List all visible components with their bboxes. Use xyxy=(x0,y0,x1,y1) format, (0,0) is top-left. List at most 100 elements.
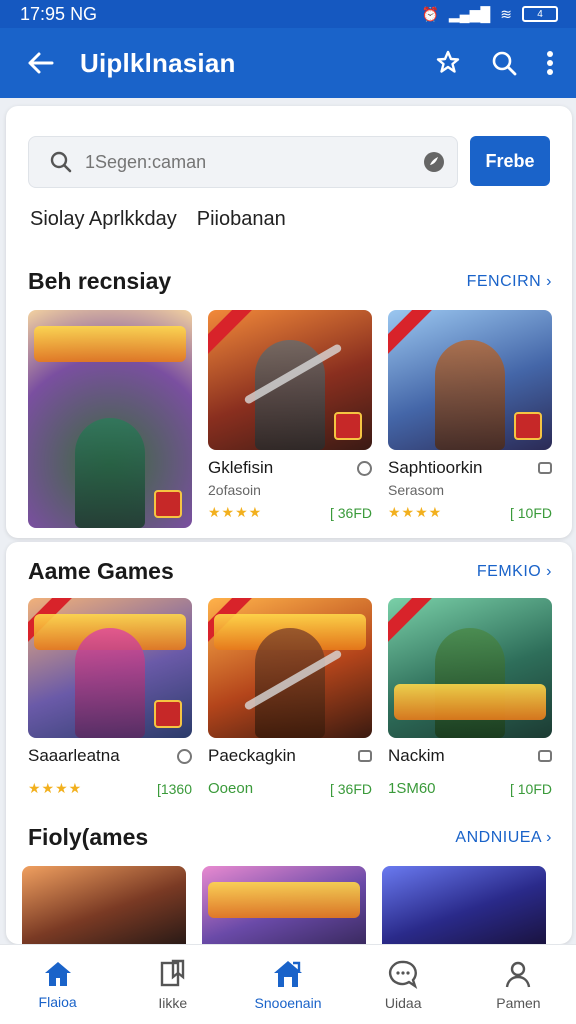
game-price: [1360 xyxy=(156,780,192,797)
app-title: Uiplklnasian xyxy=(80,47,236,78)
game-tile[interactable] xyxy=(22,866,186,944)
ribbon xyxy=(208,310,255,357)
game-tile[interactable]: Nackim 1SM60 [ 10FD xyxy=(388,598,552,797)
search-field[interactable] xyxy=(28,136,458,188)
mic-icon[interactable] xyxy=(423,151,445,173)
game-meta: Nackim xyxy=(388,746,552,766)
store-icon xyxy=(274,960,302,987)
hero-figure xyxy=(435,340,505,450)
nav-item-home[interactable]: Flaioa xyxy=(0,945,115,1024)
see-more-link[interactable]: ANDNIUEA › xyxy=(455,829,552,847)
game-meta: Saaarleatna xyxy=(28,746,192,766)
game-tile[interactable]: Saphtioorkin Serasom ★★★★ [ 10FD xyxy=(388,310,552,528)
game-meta: Paeckagkin xyxy=(208,746,372,766)
game-logo-art xyxy=(394,684,546,720)
game-badge-icon xyxy=(514,412,542,440)
game-title: Saaarleatna xyxy=(28,746,120,765)
search-icon xyxy=(50,151,72,173)
nav-label: Uidaa xyxy=(384,994,422,1011)
game-tile[interactable]: Paeckagkin Ooeon [ 36FD xyxy=(208,598,372,797)
game-price: [ 10FD xyxy=(509,780,552,797)
search-and-recommended-card: Frebe Siolay Aprlkkday Piiobanan Beh rec… xyxy=(6,106,572,538)
chevron-right-icon: › xyxy=(546,272,552,290)
see-more-link[interactable]: FEMKIO › xyxy=(477,563,552,581)
clock-icon xyxy=(357,460,372,476)
bookmark-icon xyxy=(160,959,184,986)
filter-row: Siolay Aprlkkday Piiobanan xyxy=(30,208,286,231)
nav-item-updates[interactable]: Uidaa xyxy=(346,945,461,1024)
app-bar-actions xyxy=(434,49,576,77)
bottom-nav: Flaioa Iikke Snooenain Uidaa Pamen xyxy=(0,944,576,1024)
signal-icon: ▂▄▆█ xyxy=(448,5,491,22)
home-icon xyxy=(44,961,71,986)
game-badge-icon xyxy=(154,490,182,518)
game-row: Gklefisin 2ofasoin ★★★★ [ 36FD Saphtioork… xyxy=(28,310,552,528)
status-icons: ⏰ ▂▄▆█ ≋ 4 xyxy=(421,6,558,23)
game-subtitle: Serasom xyxy=(388,482,445,498)
see-more-link[interactable]: FENCIRN › xyxy=(467,273,552,291)
nav-item-profile[interactable]: Pamen xyxy=(461,945,576,1024)
rating-line: ★★★★ [ 10FD xyxy=(388,504,552,521)
filter-chip[interactable]: Piiobanan xyxy=(197,208,286,231)
game-meta: Saphtioorkin xyxy=(388,458,552,478)
game-title: Saphtioorkin xyxy=(388,458,483,477)
battery-level: 4 xyxy=(537,8,543,20)
game-price: [ 36FD xyxy=(329,504,372,521)
rating-stars: ★★★★ xyxy=(28,780,83,796)
game-thumbnail xyxy=(28,598,192,738)
section-title: Beh recnsiay xyxy=(28,268,172,294)
game-tile[interactable]: Saaarleatna ★★★★ [1360 xyxy=(28,598,192,797)
game-meta: Gklefisin xyxy=(208,458,372,478)
see-more-label: FEMKIO xyxy=(476,562,542,580)
nav-item-store[interactable]: Snooenain xyxy=(230,945,345,1024)
more-vert-icon[interactable] xyxy=(546,50,554,76)
game-logo-art xyxy=(208,882,360,918)
search-button[interactable]: Frebe xyxy=(470,136,550,186)
search-input[interactable] xyxy=(85,151,423,173)
search-icon[interactable] xyxy=(490,49,518,77)
section-header: Beh recnsiay FENCIRN › xyxy=(28,268,552,295)
game-tile[interactable] xyxy=(202,866,366,944)
game-logo-art xyxy=(34,326,186,362)
nav-label: Iikke xyxy=(158,994,188,1011)
section-title: Fioly(ames xyxy=(28,824,149,850)
nav-item-library[interactable]: Iikke xyxy=(115,945,230,1024)
game-tile[interactable] xyxy=(382,866,546,944)
game-thumbnail xyxy=(208,598,372,738)
game-thumbnail xyxy=(208,310,372,450)
game-tile-featured[interactable] xyxy=(28,310,192,528)
rating-stars: ★★★★ xyxy=(388,504,443,520)
wifi-icon: ≋ xyxy=(500,5,512,22)
chevron-right-icon: › xyxy=(546,828,552,846)
game-price: [ 36FD xyxy=(329,780,372,797)
rating-line: Ooeon [ 36FD xyxy=(208,780,372,797)
game-thumbnail xyxy=(382,866,546,944)
nav-label: Snooenain xyxy=(254,994,322,1011)
filter-chip[interactable]: Siolay Aprlkkday xyxy=(30,208,177,231)
back-button[interactable] xyxy=(0,47,80,79)
game-thumbnail xyxy=(202,866,366,944)
game-badge-icon xyxy=(154,700,182,728)
arrow-left-icon xyxy=(28,52,54,74)
star-outline-icon[interactable] xyxy=(434,49,462,77)
section-title: Aame Games xyxy=(28,558,174,584)
game-thumbnail xyxy=(388,310,552,450)
chat-bubble-icon xyxy=(177,748,192,764)
rating-line: ★★★★ [1360 xyxy=(28,780,192,797)
rating-stars: ★★★★ xyxy=(208,504,263,520)
chat-icon xyxy=(538,462,552,474)
game-title: Nackim xyxy=(388,746,445,765)
hero-figure xyxy=(435,628,505,738)
section-header: Aame Games FEMKIO › xyxy=(28,558,552,585)
game-thumbnail xyxy=(28,310,192,528)
status-carrier: NG xyxy=(70,3,98,24)
game-tile[interactable]: Gklefisin 2ofasoin ★★★★ [ 36FD xyxy=(208,310,372,528)
status-time-group: 17:95 NG xyxy=(20,4,97,25)
game-subtitle: 2ofasoin xyxy=(208,482,261,498)
alarm-icon: ⏰ xyxy=(421,5,439,22)
chevron-right-icon: › xyxy=(546,562,552,580)
game-row-partial xyxy=(22,866,546,944)
game-badge-icon xyxy=(334,412,362,440)
battery-icon: 4 xyxy=(522,6,558,22)
game-row: Saaarleatna ★★★★ [1360 Paeckagkin Ooeon [ … xyxy=(28,598,552,797)
